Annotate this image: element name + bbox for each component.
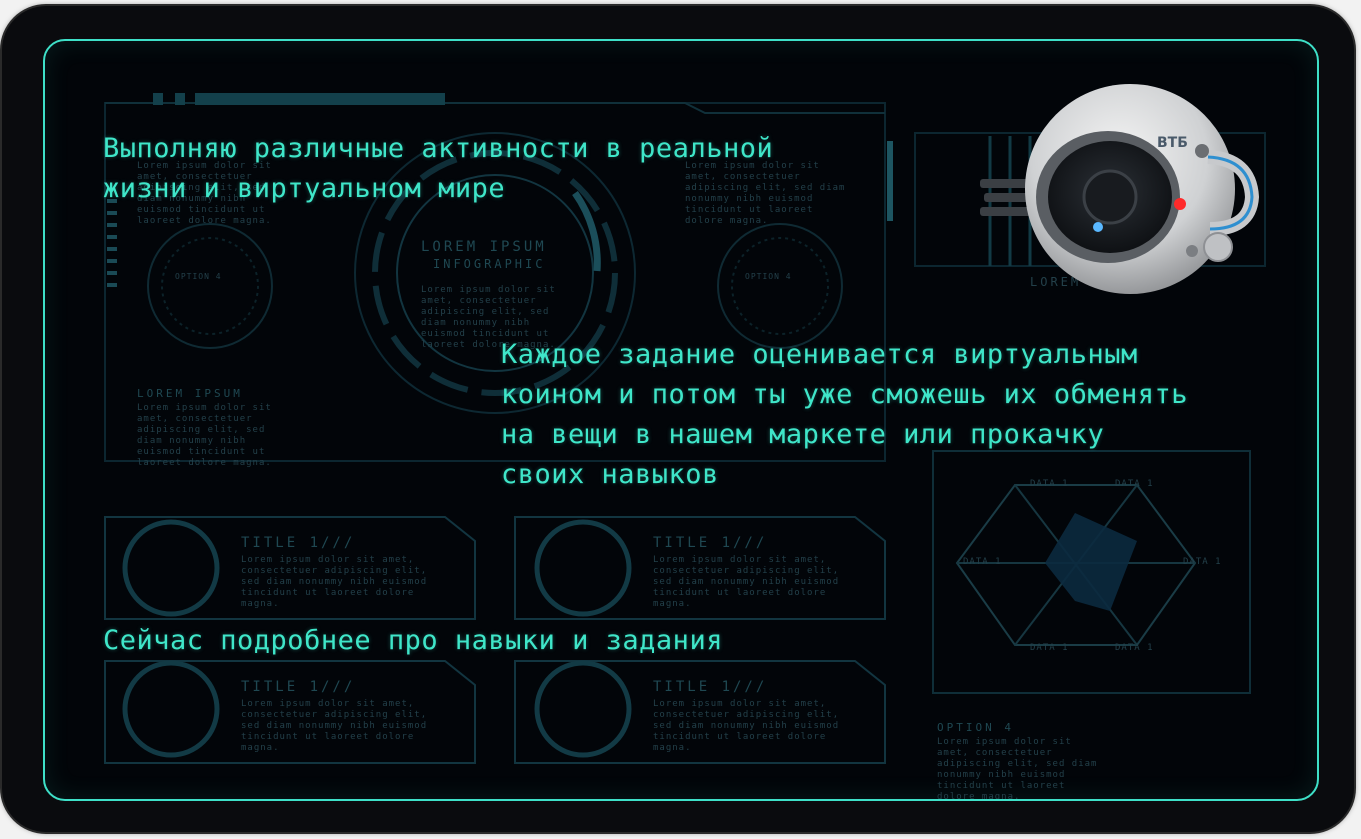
robot-brand-label: ВТБ [1157,135,1188,151]
ghost-option-small-left: OPTION 4 [175,272,222,281]
coins-line-1: Каждое задание оценивается виртуальным [501,339,1138,370]
ghost-option-heading: OPTION 4 [937,721,1014,734]
radar-label-6: DATA 1 [1115,643,1154,653]
ghost-card2-text: Lorem ipsum dolor sit amet, consectetuer… [653,555,840,609]
ghost-top-right-lorem: Lorem ipsum dolor sit amet, consectetuer… [685,161,846,226]
radar-label-4: DATA 1 [1183,557,1222,567]
intro-line-2: жизни и виртуальном мире [103,173,506,204]
ghost-card3-text: Lorem ipsum dolor sit amet, consectetuer… [241,699,428,753]
ghost-left-heading: LOREM IPSUM [137,387,243,400]
ghost-card1-title: TITLE 1/// [241,535,356,551]
radar-label-2: DATA 1 [1115,479,1154,489]
ghost-card4-text: Lorem ipsum dolor sit amet, consectetuer… [653,699,840,753]
radar-label-1: DATA 1 [1030,479,1069,489]
ghost-card1-text: Lorem ipsum dolor sit amet, consectetuer… [241,555,428,609]
intro-line-1: Выполняю различные активности в реальной [103,133,774,164]
next-line: Сейчас подробнее про навыки и задания [103,625,723,656]
coins-line-3: на вещи в нашем маркете или прокачку [501,419,1105,450]
robot-mascot [980,84,1260,294]
radar-label-3: DATA 1 [963,557,1002,567]
ghost-center-subtitle: INFOGRAPHIC [433,257,546,271]
ghost-card4-title: TITLE 1/// [653,679,768,695]
ghost-option-lorem: Lorem ipsum dolor sit amet, consectetuer… [937,737,1098,801]
screen: LOREM IPSUM INFOGRAPHIC Lorem ipsum dolo… [43,39,1319,801]
device-bezel: LOREM IPSUM INFOGRAPHIC Lorem ipsum dolo… [2,6,1354,832]
ghost-center-title: LOREM IPSUM [421,239,547,255]
coins-line-2: коином и потом ты уже сможешь их обменят… [501,379,1188,410]
ghost-option-small-right: OPTION 4 [745,272,792,281]
ghost-card2-title: TITLE 1/// [653,535,768,551]
ghost-card3-title: TITLE 1/// [241,679,356,695]
coins-line-4: своих навыков [501,459,719,490]
ghost-left-lorem: Lorem ipsum dolor sit amet, consectetuer… [137,403,272,468]
radar-label-5: DATA 1 [1030,643,1069,653]
